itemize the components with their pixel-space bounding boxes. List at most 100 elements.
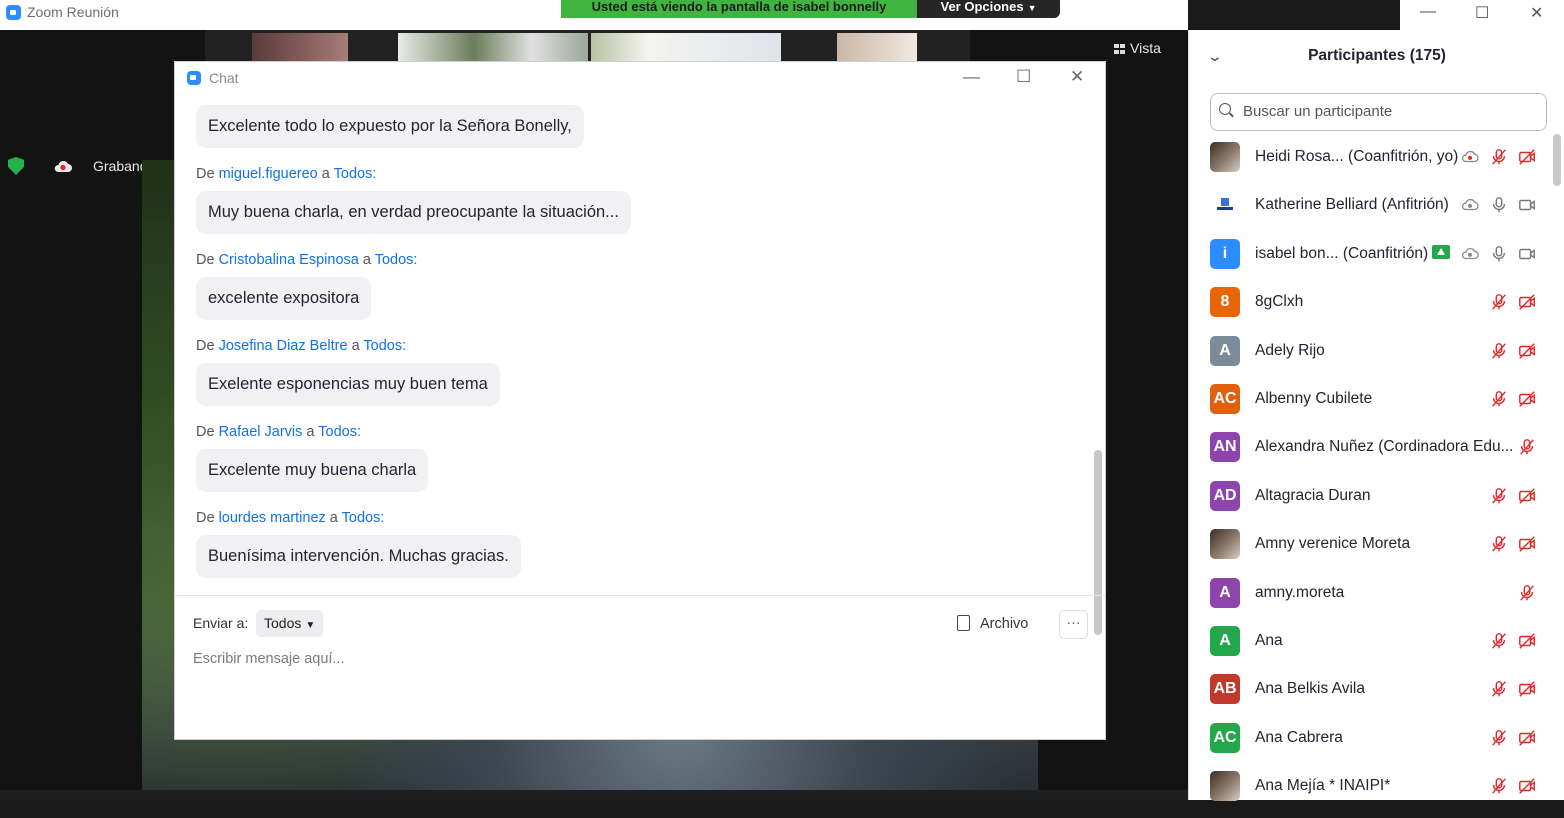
- participant-row[interactable]: AC Ana Cabrera: [1189, 722, 1564, 770]
- participant-row[interactable]: Amny verenice Moreta: [1189, 528, 1564, 576]
- maximize-button[interactable]: ☐: [1475, 3, 1489, 23]
- participant-row[interactable]: Katherine Belliard (Anfitrión): [1189, 189, 1564, 237]
- participant-row[interactable]: A Ana: [1189, 625, 1564, 673]
- send-to-dropdown[interactable]: Todos ▼: [256, 610, 324, 637]
- avatar: [1210, 771, 1240, 801]
- chat-message-input[interactable]: [193, 647, 1073, 671]
- recipient-name[interactable]: Todos: [334, 166, 373, 182]
- send-to-label: Enviar a:: [193, 615, 249, 631]
- chat-scrollbar[interactable]: [1094, 102, 1102, 635]
- participant-row[interactable]: i isabel bon... (Coanfitrión): [1189, 238, 1564, 286]
- participant-row[interactable]: Aamny.moreta: [1189, 577, 1564, 625]
- microphone-muted-icon[interactable]: [1518, 584, 1536, 602]
- participant-row[interactable]: AD Altagracia Duran: [1189, 480, 1564, 528]
- chevron-down-icon: ▼: [305, 620, 316, 631]
- microphone-muted-icon[interactable]: [1490, 293, 1508, 311]
- microphone-icon[interactable]: [1490, 245, 1508, 263]
- participant-row[interactable]: AB Ana Belkis Avila: [1189, 673, 1564, 721]
- participant-row[interactable]: AC Albenny Cubilete: [1189, 383, 1564, 431]
- video-icon[interactable]: [1518, 245, 1536, 263]
- view-label: Vista: [1130, 40, 1161, 56]
- video-icon[interactable]: [1518, 196, 1536, 214]
- recipient-name[interactable]: Todos: [342, 510, 381, 526]
- file-button[interactable]: Archivo: [957, 612, 1028, 636]
- participant-row[interactable]: A Adely Rijo: [1189, 335, 1564, 383]
- video-off-icon[interactable]: [1518, 390, 1536, 408]
- avatar: AC: [1210, 723, 1240, 753]
- cloud-recording-icon[interactable]: [1461, 245, 1479, 263]
- video-thumbnail[interactable]: [398, 33, 588, 63]
- chevron-down-icon: ▼: [1027, 3, 1037, 13]
- video-off-icon[interactable]: [1518, 777, 1536, 795]
- recipient-name[interactable]: Todos: [318, 424, 357, 440]
- sender-name[interactable]: Cristobalina Espinosa: [219, 252, 359, 268]
- microphone-muted-icon[interactable]: [1490, 535, 1508, 553]
- microphone-muted-icon[interactable]: [1490, 632, 1508, 650]
- avatar: AC: [1210, 384, 1240, 414]
- recipient-name[interactable]: Todos: [375, 252, 414, 268]
- participant-name: Altagracia Duran: [1255, 487, 1370, 505]
- video-off-icon[interactable]: [1518, 680, 1536, 698]
- sender-name[interactable]: miguel.figuereo: [219, 166, 318, 182]
- view-options-button[interactable]: Ver Opciones ▼: [917, 0, 1060, 18]
- participants-title: Participantes (175): [1308, 47, 1446, 64]
- video-off-icon[interactable]: [1518, 535, 1536, 553]
- video-thumbnail[interactable]: [837, 33, 917, 63]
- participant-name-text: 8gClxh: [1255, 293, 1304, 310]
- chat-message-list[interactable]: Excelente todo lo expuesto por la Señora…: [175, 98, 1090, 622]
- from-prefix: De: [196, 166, 215, 182]
- send-to-value: Todos: [264, 615, 302, 631]
- sender-name[interactable]: lourdes martinez: [219, 510, 326, 526]
- more-options-button[interactable]: ···: [1059, 610, 1088, 639]
- participant-name-text: Ana Belkis Avila: [1255, 680, 1365, 697]
- microphone-muted-icon[interactable]: [1490, 680, 1508, 698]
- participant-row[interactable]: AN Alexandra Nuñez (Cordinadora Edu...: [1189, 431, 1564, 479]
- video-off-icon[interactable]: [1518, 632, 1536, 650]
- sender-name[interactable]: Josefina Diaz Beltre: [219, 338, 348, 354]
- video-off-icon[interactable]: [1518, 293, 1536, 311]
- participant-name-text: Ana: [1255, 632, 1283, 649]
- microphone-muted-icon[interactable]: [1490, 148, 1508, 166]
- avatar: [1210, 190, 1240, 220]
- participant-row[interactable]: Ana Mejía * INAIPI*: [1189, 770, 1564, 818]
- chat-maximize-button[interactable]: ☐: [1016, 67, 1031, 87]
- microphone-muted-icon[interactable]: [1490, 777, 1508, 795]
- video-off-icon[interactable]: [1518, 148, 1536, 166]
- chat-minimize-button[interactable]: —: [963, 67, 980, 87]
- window-title: Zoom Reunión: [27, 4, 119, 20]
- participant-name-text: Altagracia Duran: [1255, 487, 1371, 504]
- microphone-muted-icon[interactable]: [1490, 390, 1508, 408]
- cloud-recording-icon[interactable]: [1461, 196, 1479, 214]
- view-button[interactable]: Vista: [1114, 40, 1180, 66]
- chat-divider: [175, 595, 1105, 596]
- microphone-muted-icon[interactable]: [1518, 438, 1536, 456]
- video-off-icon[interactable]: [1518, 342, 1536, 360]
- to-word: a: [351, 338, 360, 354]
- zoom-logo-icon: [6, 5, 21, 20]
- microphone-icon[interactable]: [1490, 196, 1508, 214]
- video-thumbnail[interactable]: [591, 33, 781, 63]
- recipient-name[interactable]: Todos: [363, 338, 402, 354]
- participant-name: Ana Cabrera: [1255, 729, 1343, 747]
- participant-name: Ana Mejía * INAIPI*: [1255, 777, 1390, 795]
- sender-name[interactable]: Rafael Jarvis: [219, 424, 303, 440]
- chat-sender-line: De Rafael Jarvis a Todos:: [196, 424, 361, 440]
- participant-search-input[interactable]: [1243, 101, 1533, 121]
- microphone-muted-icon[interactable]: [1490, 729, 1508, 747]
- video-thumbnail[interactable]: [252, 33, 348, 63]
- participant-name: Katherine Belliard (Anfitrión): [1255, 196, 1449, 214]
- participants-panel: ⌄ Participantes (175) Heidi Rosa... (Coa…: [1188, 30, 1564, 801]
- recipient-colon: :: [380, 510, 385, 526]
- participant-row[interactable]: Heidi Rosa... (Coanfitrión, yo): [1189, 141, 1564, 189]
- chat-scroll-thumb[interactable]: [1094, 450, 1102, 635]
- video-off-icon[interactable]: [1518, 487, 1536, 505]
- cloud-recording-icon[interactable]: [1461, 148, 1479, 166]
- participant-search[interactable]: [1210, 93, 1547, 131]
- chat-close-button[interactable]: ✕: [1070, 67, 1084, 87]
- participant-row[interactable]: 8 8gClxh: [1189, 286, 1564, 334]
- video-off-icon[interactable]: [1518, 729, 1536, 747]
- close-button[interactable]: ✕: [1530, 3, 1543, 23]
- microphone-muted-icon[interactable]: [1490, 342, 1508, 360]
- microphone-muted-icon[interactable]: [1490, 487, 1508, 505]
- minimize-button[interactable]: —: [1420, 3, 1436, 21]
